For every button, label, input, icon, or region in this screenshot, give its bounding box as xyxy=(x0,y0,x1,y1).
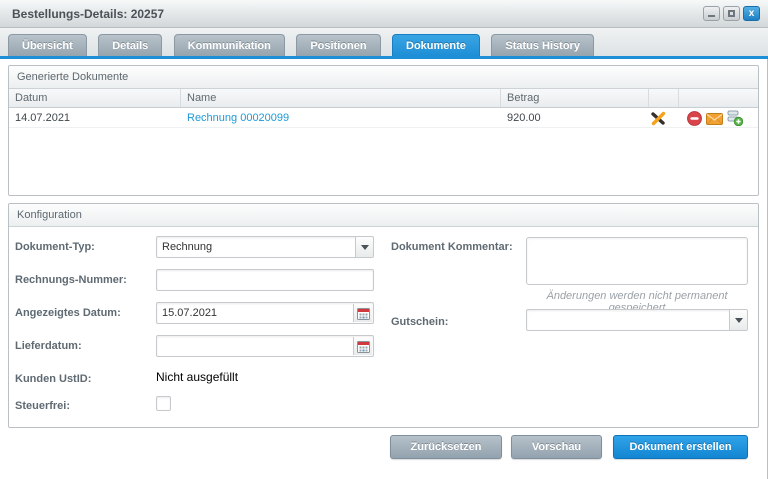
merge-add-icon[interactable] xyxy=(727,110,743,126)
kunden-ustid-value: Nicht ausgefüllt xyxy=(156,370,238,384)
configuration-header: Konfiguration xyxy=(9,204,758,227)
dokument-kommentar-label: Dokument Kommentar: xyxy=(391,241,513,253)
chevron-down-icon[interactable] xyxy=(729,310,747,330)
tab-details[interactable]: Details xyxy=(98,34,162,56)
window-controls: x xyxy=(703,6,760,21)
tab-strip: Übersicht Details Kommunikation Position… xyxy=(0,28,768,56)
cell-betrag: 920.00 xyxy=(501,108,649,127)
document-link[interactable]: Rechnung 00020099 xyxy=(187,112,289,124)
storno-cross-icon[interactable] xyxy=(651,111,666,126)
configuration-panel: Konfiguration Dokument-Typ: Rechnung Rec… xyxy=(8,203,759,428)
lieferdatum-field[interactable] xyxy=(156,335,374,357)
calendar-icon[interactable] xyxy=(353,304,372,322)
order-details-window: Bestellungs-Details: 20257 x Übersicht D… xyxy=(0,0,768,479)
dokument-typ-combobox[interactable]: Rechnung xyxy=(156,236,374,258)
close-icon[interactable]: x xyxy=(743,6,760,21)
column-header-actions xyxy=(679,89,758,107)
column-header-datum[interactable]: Datum xyxy=(9,89,181,107)
calendar-icon[interactable] xyxy=(353,337,372,355)
steuerfrei-checkbox[interactable] xyxy=(156,396,171,411)
delete-icon[interactable] xyxy=(687,111,702,126)
steuerfrei-label: Steuerfrei: xyxy=(15,400,70,412)
angezeigtes-datum-label: Angezeigtes Datum: xyxy=(15,307,121,319)
documents-grid-header: Datum Name Betrag xyxy=(9,89,758,108)
tab-status-history[interactable]: Status History xyxy=(491,34,594,56)
column-header-betrag[interactable]: Betrag xyxy=(501,89,649,107)
column-header-name[interactable]: Name xyxy=(181,89,501,107)
preview-button[interactable]: Vorschau xyxy=(511,435,602,459)
dokument-kommentar-textarea[interactable] xyxy=(526,237,748,285)
gutschein-label: Gutschein: xyxy=(391,316,448,328)
active-tab-underline xyxy=(0,56,768,59)
dokument-typ-label: Dokument-Typ: xyxy=(15,241,95,253)
tab-positionen[interactable]: Positionen xyxy=(296,34,380,56)
rechnungs-nummer-label: Rechnungs-Nummer: xyxy=(15,274,127,286)
generated-documents-panel: Generierte Dokumente Datum Name Betrag 1… xyxy=(8,65,759,196)
angezeigtes-datum-value: 15.07.2021 xyxy=(162,303,217,323)
window-title: Bestellungs-Details: 20257 xyxy=(12,0,164,28)
tab-dokumente[interactable]: Dokumente xyxy=(392,34,480,56)
create-document-button[interactable]: Dokument erstellen xyxy=(613,435,748,459)
column-header-action1 xyxy=(649,89,679,107)
maximize-icon[interactable] xyxy=(723,6,740,21)
kunden-ustid-label: Kunden UstID: xyxy=(15,373,91,385)
rechnungs-nummer-input[interactable] xyxy=(156,269,374,291)
window-titlebar: Bestellungs-Details: 20257 x xyxy=(0,0,768,28)
angezeigtes-datum-field[interactable]: 15.07.2021 xyxy=(156,302,374,324)
generated-documents-header: Generierte Dokumente xyxy=(9,66,758,89)
reset-button[interactable]: Zurücksetzen xyxy=(390,435,502,459)
cell-datum: 14.07.2021 xyxy=(9,108,181,127)
lieferdatum-label: Lieferdatum: xyxy=(15,340,82,352)
tab-kommunikation[interactable]: Kommunikation xyxy=(174,34,285,56)
gutschein-combobox[interactable] xyxy=(526,309,748,331)
minimize-icon[interactable] xyxy=(703,6,720,21)
table-row[interactable]: 14.07.2021 Rechnung 00020099 920.00 xyxy=(9,108,758,128)
tab-uebersicht[interactable]: Übersicht xyxy=(8,34,87,56)
chevron-down-icon[interactable] xyxy=(355,237,373,257)
mail-icon[interactable] xyxy=(706,112,723,125)
dokument-typ-value: Rechnung xyxy=(162,241,212,253)
